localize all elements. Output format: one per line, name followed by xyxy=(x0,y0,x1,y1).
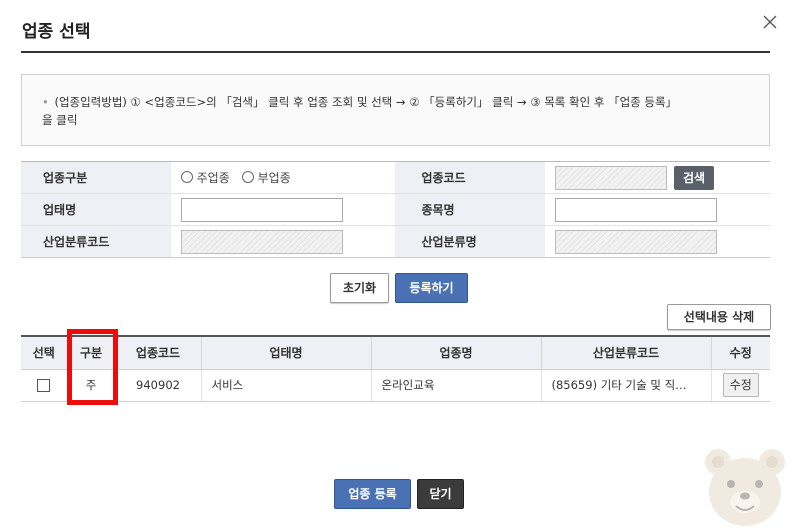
header-code: 업종코드 xyxy=(115,336,202,370)
business-register-button[interactable]: 업종 등록 xyxy=(334,479,411,509)
row-checkbox[interactable] xyxy=(37,379,51,392)
header-division: 구분 xyxy=(67,336,116,370)
delete-selected-button[interactable]: 선택내용 삭제 xyxy=(667,304,771,330)
industry-name-input xyxy=(555,229,718,254)
row-edit-cell: 수정 xyxy=(711,369,770,402)
industry-code-input xyxy=(180,229,343,254)
business-type-input[interactable] xyxy=(180,197,343,222)
instruction-box: • (업종입력방법) ① <업종코드>의 「검색」 클릭 후 업종 조회 및 선… xyxy=(21,74,770,146)
row-division: 주 xyxy=(67,369,116,402)
row-select-cell xyxy=(21,369,68,402)
business-type-label: 업태명 xyxy=(21,193,171,226)
row-business-type: 서비스 xyxy=(201,369,372,402)
close-button[interactable]: 닫기 xyxy=(417,479,464,509)
radio-sub-label: 부업종 xyxy=(257,170,291,185)
table-row: 주 940902 서비스 온라인교육 (85659) 기타 기술 및 직… 수정 xyxy=(21,369,770,402)
radio-main-label: 주업종 xyxy=(196,170,230,185)
instruction-line-2: 을 클릭 xyxy=(42,113,78,127)
code-input[interactable] xyxy=(555,165,668,190)
close-icon[interactable] xyxy=(762,14,778,30)
bear-mascot-icon xyxy=(705,449,785,526)
instruction-line-1: (업종입력방법) ① <업종코드>의 「검색」 클릭 후 업종 조회 및 선택 … xyxy=(54,95,678,109)
title-divider xyxy=(21,51,770,53)
radio-sub-business[interactable]: 부업종 xyxy=(241,169,291,186)
instruction-text: • (업종입력방법) ① <업종코드>의 「검색」 클릭 후 업종 조회 및 선… xyxy=(42,93,757,129)
header-business-type: 업태명 xyxy=(201,336,372,370)
header-business-name: 업종명 xyxy=(371,336,542,370)
item-field xyxy=(545,193,770,226)
dialog-title: 업종 선택 xyxy=(22,22,91,42)
code-label: 업종코드 xyxy=(395,161,546,194)
search-button[interactable]: 검색 xyxy=(673,165,715,190)
business-type-field xyxy=(170,193,396,226)
register-button[interactable]: 등록하기 xyxy=(395,273,468,303)
table-header-row: 선택 구분 업종코드 업태명 업종명 산업분류코드 수정 xyxy=(21,336,770,370)
category-label: 업종구분 xyxy=(21,161,171,194)
industry-name-field xyxy=(545,226,770,258)
radio-main-business[interactable]: 주업종 xyxy=(180,169,230,186)
industry-name-label: 산업분류명 xyxy=(395,225,546,258)
industry-code-field xyxy=(171,226,396,258)
header-edit: 수정 xyxy=(711,336,770,370)
header-industry-code: 산업분류코드 xyxy=(541,336,712,370)
radio-circle-icon[interactable] xyxy=(180,171,193,184)
item-label: 종목명 xyxy=(395,193,546,226)
header-select: 선택 xyxy=(21,336,68,370)
category-field: 주업종 부업종 xyxy=(170,161,396,194)
row-industry-code: (85659) 기타 기술 및 직… xyxy=(541,369,712,402)
industry-code-label: 산업분류코드 xyxy=(21,225,171,258)
reset-button[interactable]: 초기화 xyxy=(330,273,389,303)
edit-button[interactable]: 수정 xyxy=(722,373,759,397)
search-form: 업종구분 주업종 부업종 업종코드 검색 업태명 종목명 산업분류코드 산업분류… xyxy=(21,161,770,258)
row-code: 940902 xyxy=(115,369,202,402)
radio-circle-icon[interactable] xyxy=(241,171,254,184)
code-field: 검색 xyxy=(545,161,770,194)
bullet-icon: • xyxy=(42,95,49,109)
row-business-name: 온라인교육 xyxy=(371,369,542,402)
item-input[interactable] xyxy=(555,197,718,222)
business-list-table: 선택 구분 업종코드 업태명 업종명 산업분류코드 수정 주 940902 서비… xyxy=(21,335,770,402)
